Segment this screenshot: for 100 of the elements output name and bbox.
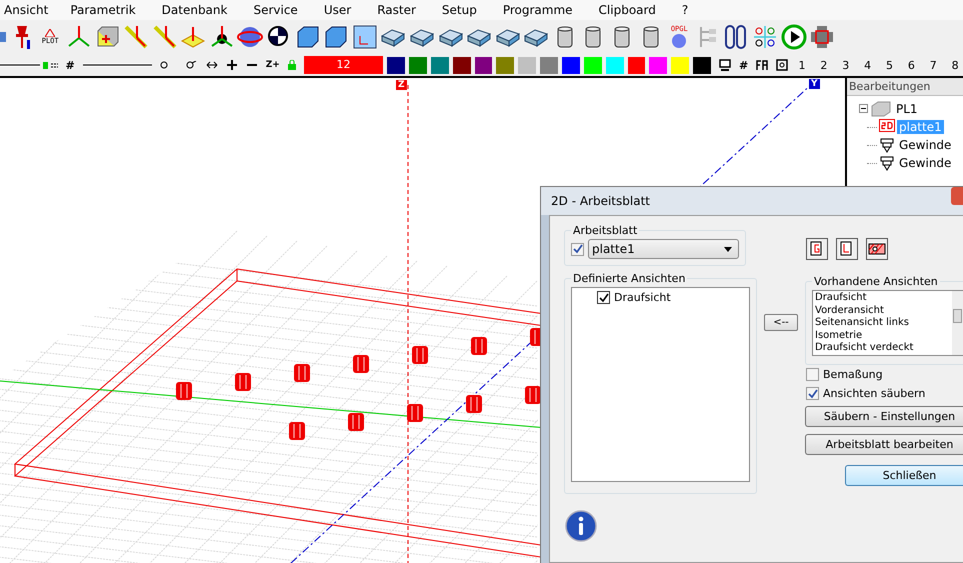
color-swatch[interactable] [496, 56, 514, 74]
view-number-button[interactable]: 1 [794, 58, 810, 72]
group-title: Vorhandene Ansichten [813, 275, 939, 288]
line-icon[interactable] [122, 24, 149, 50]
sphere-icon[interactable] [237, 24, 264, 50]
menu-item[interactable]: Parametrik [65, 3, 145, 17]
color-swatch[interactable] [409, 56, 427, 74]
dialog-button[interactable]: Schließen [845, 465, 963, 486]
cube-icon[interactable] [294, 24, 321, 50]
view-number-button[interactable]: 5 [882, 58, 898, 72]
monitor-icon[interactable] [719, 59, 731, 71]
line-style-icon[interactable] [0, 60, 58, 70]
box-icon [870, 101, 892, 117]
checkbox[interactable] [571, 242, 584, 256]
cylinder-part [348, 413, 364, 431]
checkbox[interactable] [806, 368, 819, 381]
z-axis-label: Z [396, 80, 407, 90]
color-swatch[interactable] [387, 56, 406, 74]
frame-icon[interactable] [776, 59, 788, 71]
list-item[interactable]: Draufsicht verdeckt [815, 342, 950, 354]
view-number-button[interactable]: 4 [860, 58, 876, 72]
list-item[interactable]: Isometrie [815, 330, 950, 342]
lock-icon [288, 60, 296, 70]
color-swatch[interactable] [584, 56, 602, 74]
info-icon[interactable] [565, 510, 597, 542]
cylinder-part [294, 364, 310, 382]
color-swatch[interactable] [474, 56, 492, 74]
cylinder-part [235, 373, 251, 391]
color-swatch[interactable] [628, 56, 646, 74]
menu-item[interactable]: Setup [436, 3, 486, 17]
dropdown-arrow-icon [724, 246, 732, 252]
z-plus-button[interactable]: Z+ [266, 60, 280, 70]
screw-icon [879, 155, 895, 171]
plane-icon[interactable] [180, 24, 206, 50]
play-icon[interactable] [780, 24, 807, 50]
menu-item[interactable]: Raster [372, 3, 425, 17]
cylinder-part [412, 346, 428, 364]
color-swatch[interactable] [649, 56, 668, 74]
line-icon[interactable] [152, 24, 178, 50]
dialog-title: 2D - Arbeitsblatt [550, 194, 650, 208]
grid-toggle[interactable]: # [738, 58, 748, 72]
view-number-button[interactable]: 8 [947, 58, 963, 72]
cylinder-part [471, 337, 487, 355]
y-axis-label: Y [809, 79, 820, 89]
snap-icon[interactable] [186, 61, 198, 69]
cylinder-part [466, 395, 482, 413]
tree-item[interactable]: PL1 [894, 102, 920, 116]
menu-item[interactable]: ? [676, 3, 698, 17]
frame-icon[interactable] [352, 24, 378, 50]
dialog-button[interactable]: Säubern - Einstellungen [805, 406, 963, 427]
tree-item[interactable]: Gewinde [897, 156, 954, 170]
color-swatch[interactable] [671, 56, 690, 74]
menu-item[interactable]: Programme [498, 3, 582, 17]
abc-icon[interactable] [752, 24, 778, 50]
color-swatch[interactable] [693, 56, 712, 74]
document-icon[interactable] [836, 238, 858, 260]
cylinder-part [353, 355, 369, 373]
cylinder-part [176, 382, 192, 400]
document-icon[interactable] [806, 238, 828, 260]
menu-item[interactable]: Clipboard [594, 3, 665, 17]
color-swatch[interactable] [430, 56, 449, 74]
snap-icon[interactable] [160, 61, 168, 69]
tree-item[interactable]: Gewinde [897, 138, 954, 152]
collapse-toggle[interactable] [859, 102, 868, 116]
color-swatch[interactable] [518, 56, 536, 74]
color-swatch[interactable] [540, 56, 558, 74]
menu-item[interactable]: Datenbank [156, 3, 236, 17]
checkbox[interactable] [597, 291, 610, 304]
color-swatch[interactable] [452, 56, 471, 74]
list-item[interactable]: Draufsicht [815, 292, 950, 304]
grid-toggle[interactable]: # [66, 58, 75, 72]
checkbox-label: Ansichten säubern [823, 387, 926, 400]
sheet-dropdown[interactable]: platte1 [588, 239, 739, 259]
color-swatch[interactable] [562, 56, 580, 74]
text-icon[interactable] [756, 59, 768, 71]
plus-icon[interactable] [226, 59, 238, 71]
color-swatch[interactable] [606, 56, 624, 74]
dialog-button[interactable]: Arbeitsblatt bearbeiten [805, 434, 963, 455]
view-number-button[interactable]: 6 [903, 58, 920, 72]
group-title: Arbeitsblatt [572, 224, 638, 237]
scrollbar[interactable] [952, 291, 963, 355]
hatch-icon[interactable] [866, 238, 888, 260]
menu-item[interactable]: Service [248, 3, 307, 17]
menu-item[interactable]: User [318, 3, 360, 17]
screw-icon [879, 137, 895, 153]
add-view-button[interactable]: <-- [764, 314, 798, 331]
view-number-button[interactable]: 7 [925, 58, 942, 72]
cylinder-part [525, 386, 541, 404]
cross-icon[interactable] [809, 24, 836, 50]
arrows-icon[interactable] [206, 60, 218, 70]
view-number-button[interactable]: 3 [838, 58, 854, 72]
list-item[interactable]: Seitenansicht links [815, 317, 950, 330]
view-number-button[interactable]: 2 [816, 58, 832, 72]
layer-field[interactable]: 12 [304, 56, 384, 74]
list-item[interactable]: Draufsicht [614, 291, 671, 304]
list-item[interactable]: Vorderansicht [815, 304, 950, 317]
menu-item[interactable]: Ansicht [0, 3, 58, 17]
cylinder-part [289, 422, 305, 440]
checkbox[interactable] [806, 387, 819, 400]
cube-icon[interactable] [323, 24, 350, 50]
